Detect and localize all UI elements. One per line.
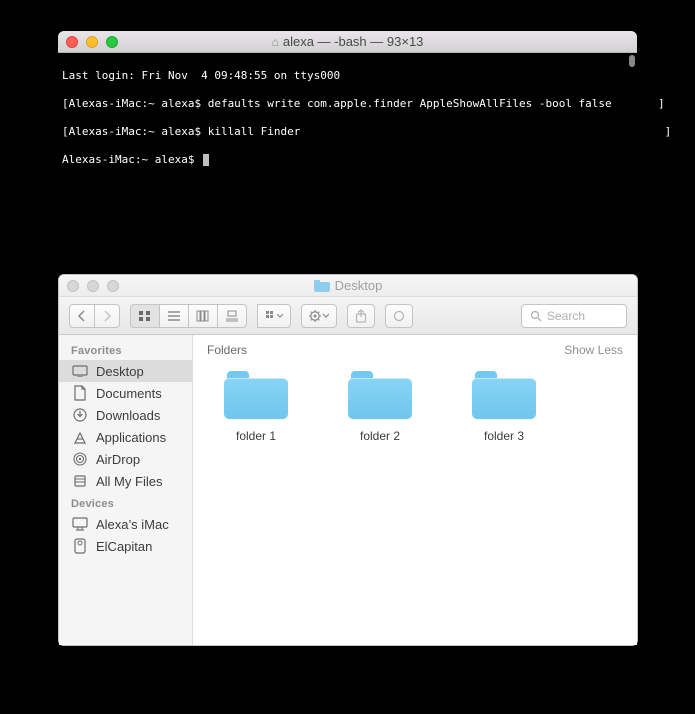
finder-toolbar: Search xyxy=(59,297,637,335)
share-button[interactable] xyxy=(347,304,375,328)
terminal-line: [Alexas-iMac:~ alexa$ defaults write com… xyxy=(62,97,633,111)
sidebar-item-desktop[interactable]: Desktop xyxy=(59,360,192,382)
terminal-title: ⌂ alexa — -bash — 93×13 xyxy=(58,34,637,49)
sidebar-item-allmyfiles[interactable]: All My Files xyxy=(59,470,192,492)
terminal-line: [Alexas-iMac:~ alexa$ killall Finder ] xyxy=(62,125,633,139)
close-icon[interactable] xyxy=(67,280,79,292)
sidebar-item-label: Alexa’s iMac xyxy=(96,517,169,532)
sidebar-item-airdrop[interactable]: AirDrop xyxy=(59,448,192,470)
sidebar-item-applications[interactable]: Applications xyxy=(59,426,192,448)
disk-icon xyxy=(71,538,89,554)
content-area: Folders Show Less folder 1 folder 2 fold… xyxy=(193,335,637,645)
search-icon xyxy=(530,310,542,322)
terminal-line: Last login: Fri Nov 4 09:48:55 on ttys00… xyxy=(62,69,633,83)
folder-icon xyxy=(472,371,536,419)
airdrop-icon xyxy=(71,451,89,467)
tags-button[interactable] xyxy=(385,304,413,328)
section-action[interactable]: Show Less xyxy=(564,343,623,357)
applications-icon xyxy=(71,429,89,445)
terminal-line: Alexas-iMac:~ alexa$ xyxy=(62,153,633,167)
documents-icon xyxy=(71,385,89,401)
arrange-group xyxy=(257,304,291,328)
terminal-titlebar[interactable]: ⌂ alexa — -bash — 93×13 xyxy=(58,31,637,53)
sidebar-item-documents[interactable]: Documents xyxy=(59,382,192,404)
forward-button[interactable] xyxy=(94,304,120,328)
sidebar-item-label: Applications xyxy=(96,430,166,445)
terminal-body[interactable]: Last login: Fri Nov 4 09:48:55 on ttys00… xyxy=(58,53,637,242)
terminal-window: ⌂ alexa — -bash — 93×13 Last login: Fri … xyxy=(58,31,637,242)
zoom-icon[interactable] xyxy=(107,280,119,292)
minimize-icon[interactable] xyxy=(86,36,98,48)
arrange-button[interactable] xyxy=(257,304,291,328)
view-group xyxy=(130,304,247,328)
scrollbar[interactable] xyxy=(629,55,635,67)
finder-title-text: Desktop xyxy=(335,278,383,293)
minimize-icon[interactable] xyxy=(87,280,99,292)
sidebar-header-favorites: Favorites xyxy=(59,339,192,360)
back-button[interactable] xyxy=(69,304,95,328)
imac-icon xyxy=(71,516,89,532)
terminal-prompt: Alexas-iMac:~ alexa$ xyxy=(62,153,201,166)
finder-window: Desktop xyxy=(58,274,638,646)
folder-item[interactable]: folder 1 xyxy=(215,371,297,443)
desktop-icon xyxy=(71,363,89,379)
search-placeholder: Search xyxy=(547,309,585,323)
list-view-button[interactable] xyxy=(159,304,189,328)
sidebar-item-downloads[interactable]: Downloads xyxy=(59,404,192,426)
folder-icon xyxy=(348,371,412,419)
section-header: Folders Show Less xyxy=(193,335,637,363)
home-icon: ⌂ xyxy=(272,35,279,49)
folder-label: folder 1 xyxy=(236,429,276,443)
action-button[interactable] xyxy=(301,304,337,328)
folder-label: folder 2 xyxy=(360,429,400,443)
zoom-icon[interactable] xyxy=(106,36,118,48)
sidebar-item-elcapitan[interactable]: ElCapitan xyxy=(59,535,192,557)
finder-title: Desktop xyxy=(59,278,637,293)
finder-titlebar[interactable]: Desktop xyxy=(59,275,637,297)
sidebar-item-label: All My Files xyxy=(96,474,162,489)
nav-group xyxy=(69,304,120,328)
folder-label: folder 3 xyxy=(484,429,524,443)
sidebar: Favorites Desktop Documents Downloads Ap… xyxy=(59,335,193,645)
terminal-traffic-lights xyxy=(66,36,118,48)
finder-traffic-lights xyxy=(67,280,119,292)
sidebar-item-label: Documents xyxy=(96,386,162,401)
sidebar-item-label: Desktop xyxy=(96,364,144,379)
allmyfiles-icon xyxy=(71,473,89,489)
folder-icon xyxy=(224,371,288,419)
sidebar-item-label: ElCapitan xyxy=(96,539,152,554)
cursor-icon xyxy=(203,154,209,166)
items-grid: folder 1 folder 2 folder 3 xyxy=(193,363,637,451)
terminal-title-text: alexa — -bash — 93×13 xyxy=(283,34,424,49)
close-icon[interactable] xyxy=(66,36,78,48)
folder-icon xyxy=(314,280,330,292)
search-input[interactable]: Search xyxy=(521,304,627,328)
icon-view-button[interactable] xyxy=(130,304,160,328)
sidebar-item-label: AirDrop xyxy=(96,452,140,467)
downloads-icon xyxy=(71,407,89,423)
sidebar-item-label: Downloads xyxy=(96,408,160,423)
finder-body: Favorites Desktop Documents Downloads Ap… xyxy=(59,335,637,645)
folder-item[interactable]: folder 3 xyxy=(463,371,545,443)
sidebar-item-imac[interactable]: Alexa’s iMac xyxy=(59,513,192,535)
coverflow-view-button[interactable] xyxy=(217,304,247,328)
section-title: Folders xyxy=(207,343,247,357)
sidebar-header-devices: Devices xyxy=(59,492,192,513)
column-view-button[interactable] xyxy=(188,304,218,328)
folder-item[interactable]: folder 2 xyxy=(339,371,421,443)
